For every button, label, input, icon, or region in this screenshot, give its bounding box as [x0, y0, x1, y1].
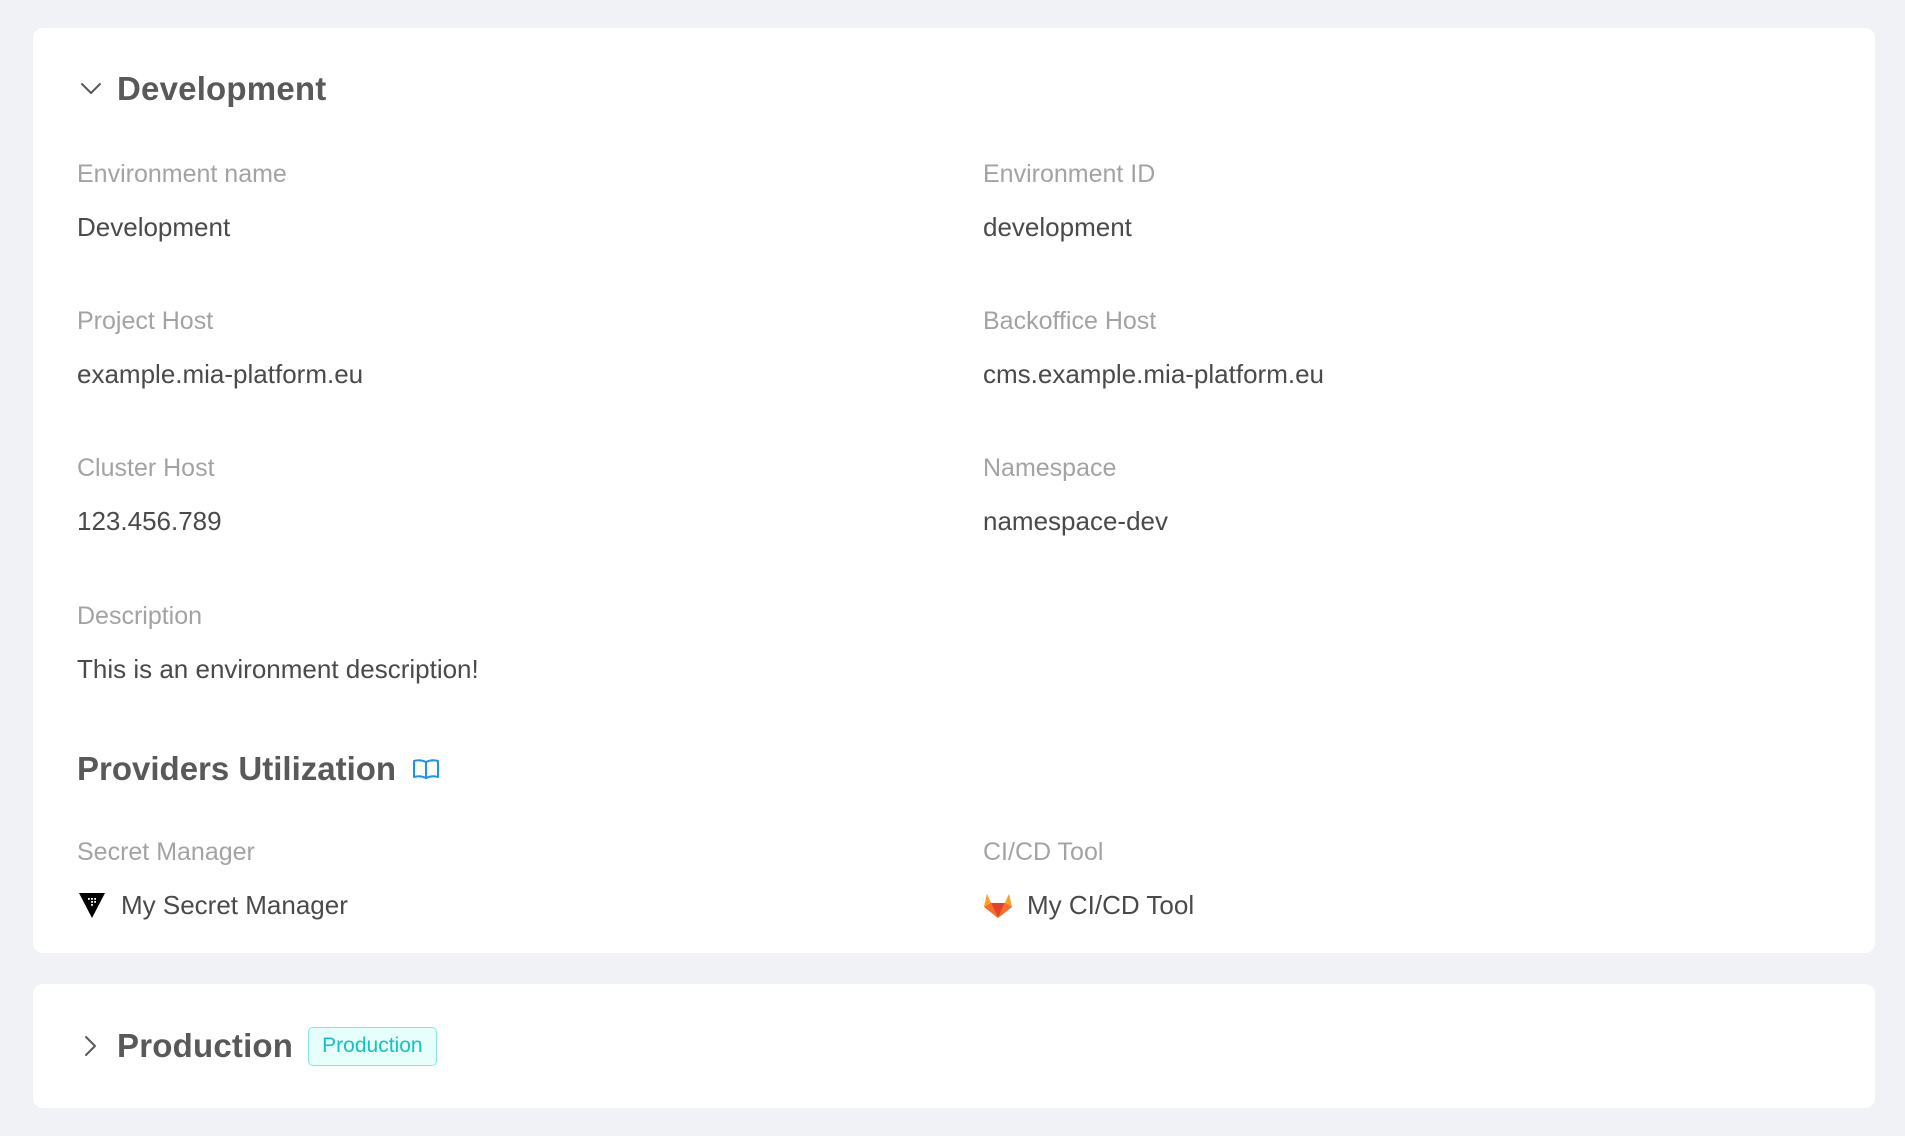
- field-label: Backoffice Host: [983, 307, 1157, 335]
- environment-title: Production: [117, 1027, 294, 1064]
- cicd-tool-value: My CI/CD Tool: [1027, 890, 1195, 920]
- field-cicd-tool: CI/CD Tool My CI/CD Tool: [983, 837, 1803, 921]
- field-value: This is an environment description!: [77, 654, 479, 684]
- providers-title: Providers Utilization: [77, 750, 397, 787]
- environment-header[interactable]: Development: [77, 67, 326, 111]
- book-icon[interactable]: [412, 755, 440, 783]
- field-secret-manager: Secret Manager My Secret Manager: [77, 837, 897, 921]
- field-label: Namespace: [983, 454, 1117, 482]
- environments-page: Development Environment name Development…: [0, 0, 1905, 1136]
- field-label: Environment name: [77, 160, 287, 188]
- field-backoffice-host: Backoffice Host cms.example.mia-platform…: [983, 306, 1803, 390]
- environment-title: Development: [117, 70, 327, 107]
- field-label: Description: [77, 602, 203, 630]
- secret-manager-value: My Secret Manager: [121, 890, 348, 920]
- gitlab-icon: [983, 890, 1013, 920]
- field-cluster-host: Cluster Host 123.456.789: [77, 453, 897, 537]
- field-label: Cluster Host: [77, 454, 215, 482]
- field-description: Description This is an environment descr…: [77, 601, 1677, 685]
- field-environment-name: Environment name Development: [77, 159, 897, 243]
- chevron-right-icon[interactable]: [77, 1032, 105, 1060]
- field-namespace: Namespace namespace-dev: [983, 453, 1803, 537]
- environment-header[interactable]: Production Production: [77, 1024, 437, 1068]
- field-label: Environment ID: [983, 160, 1156, 188]
- production-badge: Production: [308, 1026, 437, 1066]
- field-value: 123.456.789: [77, 506, 222, 536]
- field-value: namespace-dev: [983, 506, 1168, 536]
- field-value: My CI/CD Tool: [983, 889, 1803, 921]
- chevron-down-icon[interactable]: [77, 75, 105, 103]
- providers-section-title: Providers Utilization: [77, 747, 440, 791]
- field-value: My Secret Manager: [77, 889, 897, 921]
- field-label: Project Host: [77, 307, 214, 335]
- environment-card-production: Production Production: [33, 984, 1875, 1108]
- field-label: Secret Manager: [77, 838, 255, 866]
- field-value: Development: [77, 212, 231, 242]
- field-value: development: [983, 212, 1132, 242]
- field-value: example.mia-platform.eu: [77, 359, 364, 389]
- field-environment-id: Environment ID development: [983, 159, 1803, 243]
- field-project-host: Project Host example.mia-platform.eu: [77, 306, 897, 390]
- vault-icon: [77, 890, 107, 920]
- field-label: CI/CD Tool: [983, 838, 1104, 866]
- environment-card-development: Development Environment name Development…: [33, 28, 1875, 953]
- field-value: cms.example.mia-platform.eu: [983, 359, 1324, 389]
